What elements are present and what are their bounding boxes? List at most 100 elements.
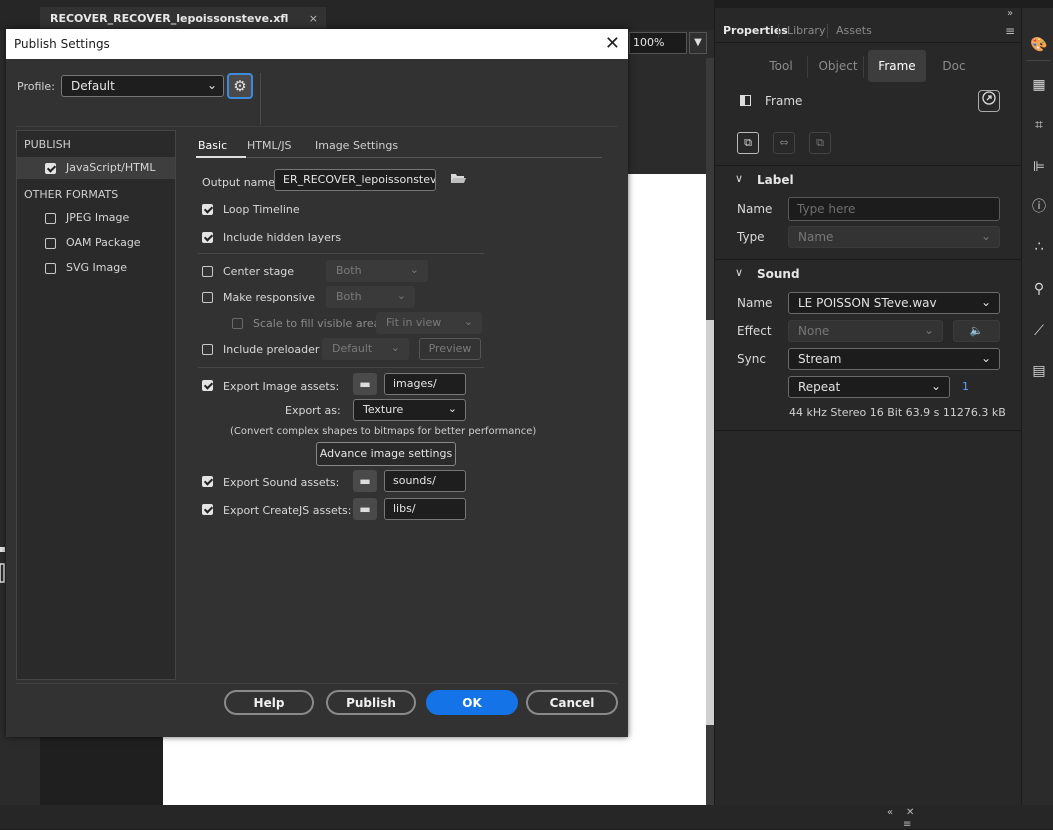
chevron-down-icon[interactable]: ▼ <box>689 32 707 54</box>
document-tab[interactable]: RECOVER_RECOVER_lepoissonsteve.xfl (Canv… <box>40 7 326 48</box>
label-type-label: Type <box>737 230 765 244</box>
tab-library[interactable]: Library <box>787 20 825 42</box>
export-createjs-assets-checkbox[interactable] <box>202 504 213 515</box>
sound-repeat-select[interactable]: Repeat ⌄ <box>788 376 950 398</box>
include-preloader-select[interactable]: Default ⌄ <box>322 338 409 360</box>
transform-icon[interactable]: ⌗ <box>1030 116 1048 134</box>
edit-sound-icon[interactable]: 🔈 <box>953 320 1000 342</box>
scale-to-fill-label: Scale to fill visible area <box>253 317 381 330</box>
panel-menu-icon[interactable]: ≡ <box>903 819 911 830</box>
info-icon[interactable]: ⓘ <box>1030 198 1048 216</box>
export-image-path-input[interactable]: images/ <box>384 373 466 395</box>
scale-to-fill-checkbox[interactable] <box>232 318 243 329</box>
sound-sync-select[interactable]: Stream ⌄ <box>788 348 1000 370</box>
panel-menu-icon[interactable]: ≡ <box>1005 20 1015 42</box>
sidebar-item-javascript-html[interactable]: JavaScript/HTML <box>17 157 175 179</box>
motion-presets-icon[interactable]: ∴ <box>1030 238 1048 256</box>
stage-scrollbar-thumb[interactable] <box>706 320 714 725</box>
collapse-icon[interactable]: « <box>887 807 893 818</box>
gear-icon[interactable]: ⚙ <box>227 73 253 99</box>
segment-doc[interactable]: Doc <box>937 50 971 82</box>
ok-button[interactable]: OK <box>426 690 518 715</box>
include-hidden-layers-checkbox[interactable] <box>202 232 213 243</box>
dialog-title-bar[interactable]: Publish Settings ✕ <box>6 29 628 59</box>
chevron-down-icon[interactable]: ∨ <box>735 266 743 279</box>
tab-assets[interactable]: Assets <box>836 20 872 42</box>
label-type-select[interactable]: Name ⌄ <box>788 226 1000 248</box>
cancel-button[interactable]: Cancel <box>526 690 618 715</box>
chevron-down-icon[interactable]: ∨ <box>735 172 743 185</box>
frame-title: Frame <box>765 94 803 108</box>
make-responsive-value: Both <box>336 290 362 303</box>
segment-frame[interactable]: Frame <box>868 50 926 82</box>
close-tab-icon[interactable]: × <box>309 7 318 30</box>
advance-image-settings-button[interactable]: Advance image settings <box>316 442 456 466</box>
label-name-input[interactable]: Type here <box>788 197 1000 221</box>
export-sound-path-input[interactable]: sounds/ <box>384 470 466 492</box>
zoom-input[interactable]: 100% <box>629 32 687 54</box>
sound-effect-select[interactable]: None ⌄ <box>788 320 943 342</box>
sound-repeat-count[interactable]: 1 <box>962 380 969 393</box>
label-section-heading: Label <box>757 173 794 187</box>
history-icon[interactable]: ▤ <box>1030 362 1048 380</box>
segment-object[interactable]: Object <box>815 50 861 82</box>
export-createjs-assets-label: Export CreateJS assets: <box>223 504 352 517</box>
chevron-down-icon: ⌄ <box>390 341 400 354</box>
center-stage-checkbox[interactable] <box>202 266 213 277</box>
make-responsive-select[interactable]: Both ⌄ <box>326 286 415 308</box>
folder-icon[interactable]: ▬ <box>353 498 377 520</box>
loop-timeline-checkbox[interactable] <box>202 204 213 215</box>
export-sound-assets-label: Export Sound assets: <box>223 476 340 489</box>
swap-frame-icon[interactable]: ⧉ <box>737 132 759 154</box>
copy-frame-icon[interactable]: ⧉ <box>809 132 831 154</box>
folder-icon[interactable]: ▬ <box>353 373 377 395</box>
publish-button[interactable]: Publish <box>326 690 416 715</box>
tab-basic[interactable]: Basic <box>198 139 227 152</box>
sound-name-select[interactable]: LE POISSON STeve.wav ⌄ <box>788 292 1000 314</box>
export-createjs-path-input[interactable]: libs/ <box>384 498 466 520</box>
label-name-label: Name <box>737 202 773 216</box>
make-responsive-checkbox[interactable] <box>202 292 213 303</box>
export-image-assets-checkbox[interactable] <box>202 380 213 391</box>
collapse-panel-icon[interactable]: » <box>1007 8 1013 19</box>
components-icon[interactable]: ⚲ <box>1030 280 1048 298</box>
include-hidden-layers-label: Include hidden layers <box>223 231 342 244</box>
publish-settings-dialog: Publish Settings ✕ Profile: Default ⌄ ⚙ … <box>6 29 628 737</box>
sound-info: 44 kHz Stereo 16 Bit 63.9 s 11276.3 kB <box>789 406 1006 419</box>
segment-tool[interactable]: Tool <box>763 50 799 82</box>
jpeg-checkbox[interactable] <box>45 213 56 224</box>
library-grid-icon[interactable]: ▦ <box>1030 76 1048 94</box>
align-icon[interactable]: ⊫ <box>1030 158 1048 176</box>
folder-open-icon[interactable] <box>450 172 466 189</box>
export-as-select[interactable]: Texture ⌄ <box>353 399 466 421</box>
oam-checkbox[interactable] <box>45 238 56 249</box>
export-sound-assets-checkbox[interactable] <box>202 476 213 487</box>
output-name-input[interactable]: ER_RECOVER_lepoissonsteve <box>274 169 436 191</box>
close-icon[interactable]: ✕ <box>605 29 620 59</box>
loop-timeline-label: Loop Timeline <box>223 203 300 216</box>
chart-icon[interactable]: ⟋ <box>1030 322 1048 340</box>
tab-image-settings[interactable]: Image Settings <box>315 139 398 152</box>
help-button[interactable]: Help <box>224 690 314 715</box>
tween-icon[interactable]: ⇔ <box>773 132 795 154</box>
include-preloader-checkbox[interactable] <box>202 344 213 355</box>
profile-select[interactable]: Default ⌄ <box>61 75 224 97</box>
chevron-down-icon: ⌄ <box>923 323 934 337</box>
svg-checkbox[interactable] <box>45 263 56 274</box>
sidebar-item-oam[interactable]: OAM Package <box>17 232 175 254</box>
color-palette-icon[interactable]: 🎨 <box>1030 36 1048 54</box>
include-preloader-value: Default <box>332 342 373 355</box>
preview-button[interactable]: Preview <box>419 338 481 360</box>
sidebar-item-jpeg[interactable]: JPEG Image <box>17 207 175 229</box>
center-stage-select[interactable]: Both ⌄ <box>326 260 428 282</box>
tab-html-js[interactable]: HTML/JS <box>247 139 292 152</box>
go-to-icon[interactable] <box>978 90 1000 112</box>
folder-icon[interactable]: ▬ <box>353 470 377 492</box>
javascript-html-checkbox[interactable] <box>45 163 56 174</box>
close-panel-icon[interactable]: ✕ <box>906 807 914 818</box>
scale-to-fill-select[interactable]: Fit in view ⌄ <box>376 312 482 334</box>
sidebar-item-label: SVG Image <box>66 261 127 274</box>
profile-value: Default <box>71 79 115 93</box>
sidebar-item-svg[interactable]: SVG Image <box>17 257 175 279</box>
bottom-bar: « ✕ ≡ <box>0 805 1053 830</box>
